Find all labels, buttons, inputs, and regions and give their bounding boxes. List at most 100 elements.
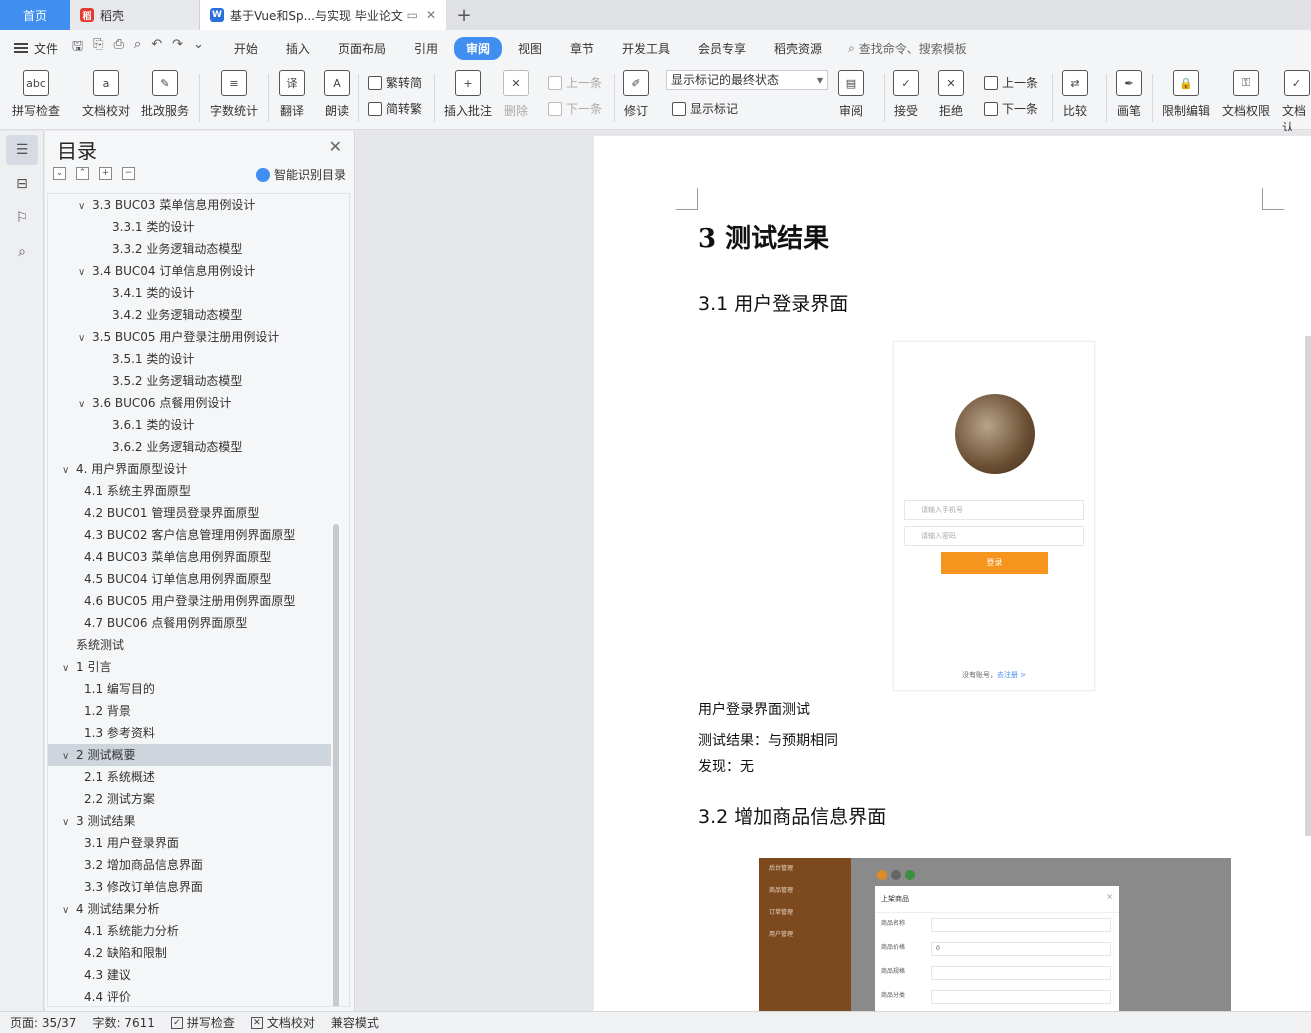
toc-item[interactable]: 3.4.1 类的设计 [48,282,331,304]
save-icon[interactable]: 🖫 [72,37,83,59]
more-icon[interactable]: ⌄ [193,37,204,59]
toc-item[interactable]: 4.2 缺陷和限制 [48,942,331,964]
smart-toc-button[interactable]: 智能识别目录 [255,166,346,183]
collapse-all-icon[interactable]: ⌄ [53,167,66,180]
prev-change-button[interactable]: 上一条 [984,74,1038,91]
chapter-rail-button[interactable]: ⊟ [6,169,38,199]
toc-item[interactable]: ∨ 4 测试结果分析 [48,898,331,920]
markup-state-select[interactable]: 显示标记的最终状态 [666,70,828,90]
toc-rail-button[interactable]: ☰ [6,135,38,165]
delete-comment-button[interactable]: ✕ 删除 [503,70,529,119]
toc-item[interactable]: 3.2 增加商品信息界面 [48,854,331,876]
status-doc-proof[interactable]: ✕ 文档校对 [250,1014,315,1031]
toc-item[interactable]: 4.4 BUC03 菜单信息用例界面原型 [48,546,331,568]
trad-to-simp-button[interactable]: 繁转简 [368,74,422,91]
show-markup-button[interactable]: 显示标记 [672,100,738,117]
menu-layout[interactable]: 页面布局 [326,37,398,60]
next-comment-button[interactable]: 下一条 [548,100,602,117]
bookmark-rail-button[interactable]: ⚐ [6,203,38,233]
chevron-down-icon[interactable]: ∨ [62,658,76,680]
command-search[interactable]: ⌕ 查找命令、搜索模板 [848,40,967,57]
chevron-down-icon[interactable]: ∨ [78,328,92,350]
simp-to-trad-button[interactable]: 简转繁 [368,100,422,117]
menu-member[interactable]: 会员专享 [686,37,758,60]
spell-check-button[interactable]: abc 拼写检查 [12,70,60,119]
toc-item[interactable]: 3.4.2 业务逻辑动态模型 [48,304,331,326]
print-icon[interactable]: ⎙ [114,37,124,59]
toc-item[interactable]: ∨ 4. 用户界面原型设计 [48,458,331,480]
menu-start[interactable]: 开始 [222,37,270,60]
toc-item[interactable]: 2.2 测试方案 [48,788,331,810]
menu-review[interactable]: 审阅 [453,36,502,60]
toc-item[interactable]: 4.5 BUC04 订单信息用例界面原型 [48,568,331,590]
toc-item[interactable]: 系统测试 [48,634,331,656]
menu-insert[interactable]: 插入 [274,37,322,60]
chevron-down-icon[interactable]: ∨ [62,812,76,834]
toc-item[interactable]: 1.3 参考资料 [48,722,331,744]
toc-item[interactable]: 3.3 修改订单信息界面 [48,876,331,898]
tab-document[interactable]: W 基于Vue和Sp...与实现 毕业论文 ▭ ✕ [200,0,446,30]
search-rail-button[interactable]: ⌕ [6,237,38,267]
toc-scrollbar[interactable] [333,524,339,1006]
insert-comment-button[interactable]: + 插入批注 [444,70,492,119]
export-icon[interactable]: ⎘ [93,37,103,59]
add-heading-icon[interactable]: + [99,167,112,180]
batch-service-button[interactable]: ✎ 批改服务 [141,70,189,119]
tab-daoke[interactable]: 稻 稻壳 [70,0,200,30]
accept-button[interactable]: ✓ 接受 [893,70,919,119]
tab-home[interactable]: 首页 [0,0,70,30]
chevron-down-icon[interactable]: ∨ [62,460,76,482]
restrict-edit-button[interactable]: 🔒 限制编辑 [1162,70,1210,119]
chevron-down-icon[interactable]: ∨ [78,196,92,218]
new-tab-button[interactable]: + [446,0,482,30]
toc-item[interactable]: 3.5.2 业务逻辑动态模型 [48,370,331,392]
toc-item[interactable]: ∨ 3.3 BUC03 菜单信息用例设计 [48,194,331,216]
toc-item[interactable]: 4.7 BUC06 点餐用例界面原型 [48,612,331,634]
toc-item[interactable]: 3.6.2 业务逻辑动态模型 [48,436,331,458]
toc-item[interactable]: ∨ 3 测试结果 [48,810,331,832]
toc-item[interactable]: ∨ 3.6 BUC06 点餐用例设计 [48,392,331,414]
doc-proof-button[interactable]: a 文档校对 [82,70,130,119]
translate-button[interactable]: 译 翻译 [279,70,305,119]
toc-item[interactable]: 4.6 BUC05 用户登录注册用例界面原型 [48,590,331,612]
toc-item[interactable]: 3.5.1 类的设计 [48,348,331,370]
preview-icon[interactable]: ⌕ [134,37,141,59]
compare-button[interactable]: ⇄ 比较 [1062,70,1088,119]
page-indicator[interactable]: 页面: 35/37 [10,1014,76,1031]
doc-permission-button[interactable]: ⚿ 文档权限 [1222,70,1270,119]
redo-icon[interactable]: ↷ [172,37,183,59]
chevron-down-icon[interactable]: ∨ [62,746,76,768]
prev-comment-button[interactable]: 上一条 [548,74,602,91]
menu-developer[interactable]: 开发工具 [610,37,682,60]
toc-item[interactable]: 3.3.2 业务逻辑动态模型 [48,238,331,260]
toc-item[interactable]: 3.1 用户登录界面 [48,832,331,854]
file-menu[interactable]: 文件 [14,40,58,57]
toc-item[interactable]: 1.1 编写目的 [48,678,331,700]
toc-item[interactable]: ∨ 3.4 BUC04 订单信息用例设计 [48,260,331,282]
expand-all-icon[interactable]: ⌃ [76,167,89,180]
undo-icon[interactable]: ↶ [151,37,162,59]
toc-close-icon[interactable]: ✕ [329,137,342,156]
document-scrollbar[interactable] [1305,336,1311,836]
toc-item[interactable]: ∨ 3.5 BUC05 用户登录注册用例设计 [48,326,331,348]
chevron-down-icon[interactable]: ∨ [78,394,92,416]
toc-item[interactable]: ∨ 1 引言 [48,656,331,678]
track-changes-button[interactable]: ✐ 修订 [623,70,649,119]
remove-heading-icon[interactable]: − [122,167,135,180]
pen-button[interactable]: ✒ 画笔 [1116,70,1142,119]
chevron-down-icon[interactable]: ∨ [62,900,76,922]
toc-item[interactable]: 1.2 背景 [48,700,331,722]
review-pane-button[interactable]: ▤ 审阅 [838,70,864,119]
toc-item[interactable]: 3.6.1 类的设计 [48,414,331,436]
next-change-button[interactable]: 下一条 [984,100,1038,117]
toc-item[interactable]: 4.1 系统主界面原型 [48,480,331,502]
toc-item[interactable]: 4.3 建议 [48,964,331,986]
word-count-indicator[interactable]: 字数: 7611 [92,1014,154,1031]
toc-item[interactable]: 2.1 系统概述 [48,766,331,788]
chevron-down-icon[interactable]: ∨ [78,262,92,284]
menu-view[interactable]: 视图 [506,37,554,60]
menu-references[interactable]: 引用 [402,37,450,60]
toc-item[interactable]: 3.3.1 类的设计 [48,216,331,238]
menu-section[interactable]: 章节 [558,37,606,60]
toc-item[interactable]: 4.1 系统能力分析 [48,920,331,942]
